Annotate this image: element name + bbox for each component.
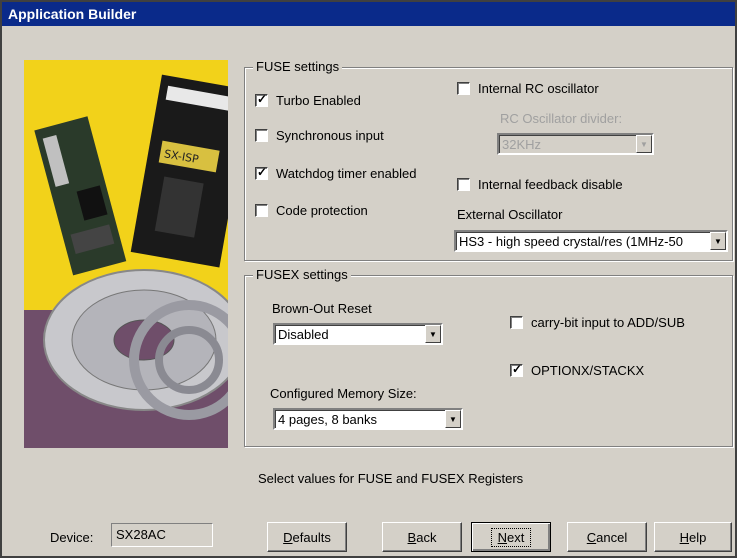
watchdog-timer-label: Watchdog timer enabled [276, 166, 417, 181]
rc-divider-value: 32KHz [502, 136, 542, 152]
cancel-mnemonic: C [586, 529, 597, 545]
memory-size-value: 4 pages, 8 banks [278, 411, 378, 427]
cancel-label: ancel [596, 529, 628, 545]
carry-bit-box[interactable] [510, 316, 523, 329]
code-protection-box[interactable] [255, 204, 268, 217]
help-button[interactable]: Help [654, 522, 732, 552]
carry-bit-checkbox[interactable]: carry-bit input to ADD/SUB [510, 315, 685, 330]
next-label: ext [507, 529, 525, 545]
rc-divider-select[interactable]: 32KHz ▼ [497, 133, 654, 155]
checkmark-icon: ✓ [257, 92, 268, 106]
external-oscillator-value: HS3 - high speed crystal/res (1MHz-50 [459, 233, 683, 249]
watchdog-timer-box[interactable]: ✓ [255, 165, 268, 180]
brown-out-reset-label: Brown-Out Reset [272, 301, 372, 316]
optionx-stackx-box[interactable]: ✓ [510, 362, 523, 377]
rc-divider-label: RC Oscillator divider: [500, 111, 623, 126]
turbo-enabled-checkbox[interactable]: ✓ Turbo Enabled [255, 92, 361, 108]
defaults-mnemonic: D [283, 529, 293, 545]
brown-out-reset-value: Disabled [278, 326, 329, 342]
internal-feedback-checkbox[interactable]: Internal feedback disable [457, 177, 623, 192]
back-mnemonic: B [407, 529, 417, 545]
help-label: elp [689, 529, 707, 545]
synchronous-input-box[interactable] [255, 129, 268, 142]
device-field: SX28AC [111, 523, 213, 547]
internal-rc-oscillator-checkbox[interactable]: Internal RC oscillator [457, 81, 599, 96]
next-button[interactable]: Next [471, 522, 551, 552]
memory-size-select[interactable]: 4 pages, 8 banks ▼ [273, 408, 463, 430]
internal-rc-oscillator-label: Internal RC oscillator [478, 81, 599, 96]
chevron-down-icon[interactable]: ▼ [636, 135, 652, 153]
chevron-down-icon[interactable]: ▼ [425, 325, 441, 343]
next-mnemonic: N [497, 529, 508, 545]
turbo-enabled-label: Turbo Enabled [276, 93, 361, 108]
watchdog-timer-checkbox[interactable]: ✓ Watchdog timer enabled [255, 165, 417, 181]
application-builder-window: Application Builder SX-ISP FUSE settings… [0, 0, 737, 558]
code-protection-checkbox[interactable]: Code protection [255, 203, 368, 218]
brown-out-reset-select[interactable]: Disabled ▼ [273, 323, 443, 345]
code-protection-label: Code protection [276, 203, 368, 218]
fusex-settings-title: FUSEX settings [253, 267, 351, 282]
internal-feedback-box[interactable] [457, 178, 470, 191]
defaults-button[interactable]: Defaults [267, 522, 347, 552]
defaults-label: efaults [292, 529, 331, 545]
synchronous-input-label: Synchronous input [276, 128, 384, 143]
external-oscillator-select[interactable]: HS3 - high speed crystal/res (1MHz-50 ▼ [454, 230, 728, 252]
memory-size-label: Configured Memory Size: [270, 386, 417, 401]
chevron-down-icon[interactable]: ▼ [445, 410, 461, 428]
optionx-stackx-checkbox[interactable]: ✓ OPTIONX/STACKX [510, 362, 645, 378]
optionx-stackx-label: OPTIONX/STACKX [531, 363, 645, 378]
turbo-enabled-box[interactable]: ✓ [255, 92, 268, 107]
status-message: Select values for FUSE and FUSEX Registe… [258, 471, 524, 486]
checkmark-icon: ✓ [512, 362, 523, 376]
back-button[interactable]: Back [382, 522, 462, 552]
back-label: ack [416, 529, 437, 545]
checkmark-icon: ✓ [257, 165, 268, 179]
internal-feedback-label: Internal feedback disable [478, 177, 623, 192]
carry-bit-label: carry-bit input to ADD/SUB [531, 315, 685, 330]
window-title: Application Builder [2, 2, 735, 26]
device-label: Device: [50, 530, 94, 545]
cancel-button[interactable]: Cancel [567, 522, 647, 552]
external-oscillator-label: External Oscillator [457, 207, 563, 222]
help-mnemonic: H [679, 529, 690, 545]
programmer-hardware-image: SX-ISP [24, 60, 228, 448]
internal-rc-oscillator-box[interactable] [457, 82, 470, 95]
fuse-settings-title: FUSE settings [253, 59, 343, 74]
synchronous-input-checkbox[interactable]: Synchronous input [255, 128, 384, 143]
chevron-down-icon[interactable]: ▼ [710, 232, 726, 250]
